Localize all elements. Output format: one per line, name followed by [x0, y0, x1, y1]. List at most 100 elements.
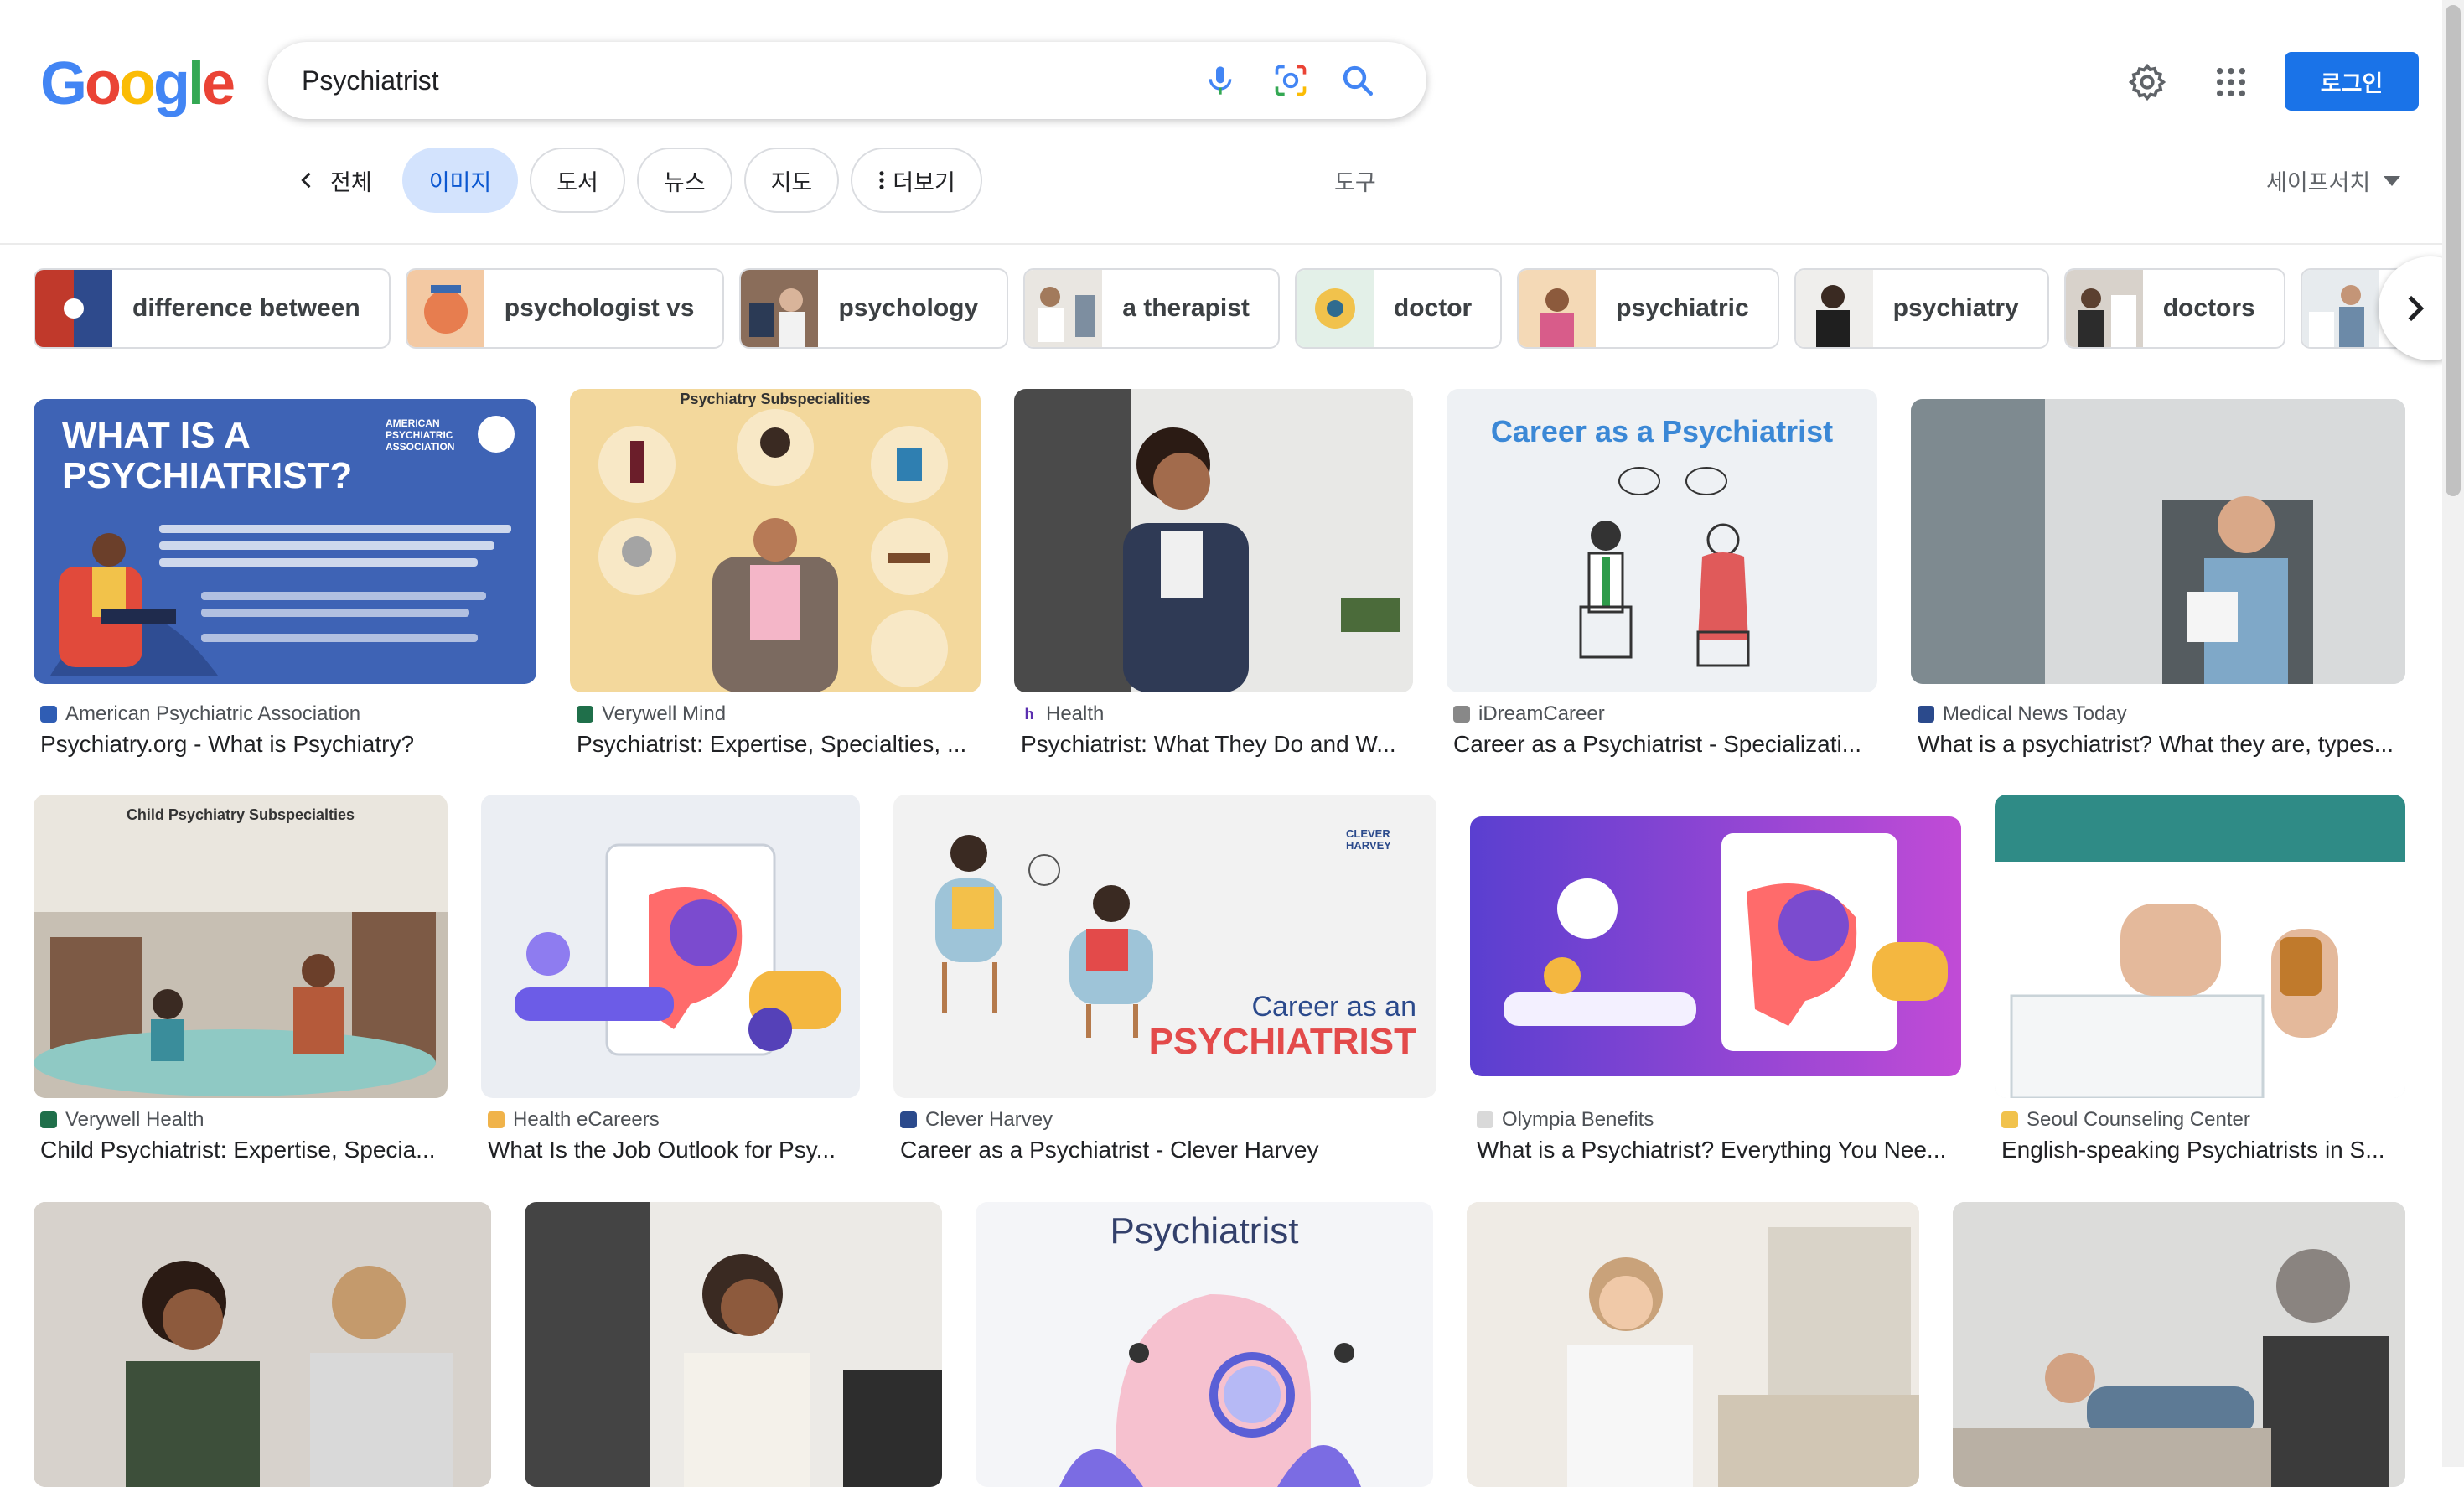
chip-label: doctor — [1393, 294, 1473, 322]
chip-difference-between[interactable]: difference between — [34, 268, 391, 349]
tab-images-label: 이미지 — [428, 169, 492, 195]
result-thumbnail — [481, 795, 860, 1098]
result-title[interactable]: Career as a Psychiatrist - Clever Harvey — [900, 1137, 1435, 1163]
chip-doctor[interactable]: doctor — [1294, 268, 1503, 349]
logo-letter: o — [119, 50, 156, 117]
illustration — [598, 409, 948, 692]
safesearch-label: 세이프서치 — [2266, 170, 2371, 195]
chevron-right-icon — [2408, 295, 2425, 322]
tab-books[interactable]: 도서 — [530, 148, 625, 213]
result-title[interactable]: Psychiatrist: Expertise, Specialties, ..… — [577, 731, 979, 758]
result-title[interactable]: Career as a Psychiatrist - Specializati.… — [1453, 731, 1879, 758]
image-result[interactable]: Medical News Today What is a psychiatris… — [1911, 389, 2405, 766]
tab-all-label: 전체 — [330, 169, 372, 195]
chip-label: difference between — [132, 294, 360, 322]
image-result[interactable]: Seoul Counseling Center English-speaking… — [1995, 795, 2405, 1172]
source-label: Health eCareers — [513, 1108, 660, 1131]
source-label: Health — [1046, 702, 1105, 725]
chip-thumbnail — [1025, 270, 1103, 347]
logo-letter: l — [187, 50, 204, 117]
source-label: Clever Harvey — [925, 1108, 1053, 1131]
illustration — [935, 835, 1153, 1038]
chip-label: psychology — [838, 294, 979, 322]
safesearch-button[interactable]: 세이프서치 — [2266, 164, 2401, 197]
more-vert-icon — [879, 171, 884, 189]
image-result[interactable]: Psychiatrist — [976, 1202, 1433, 1487]
mnt-favicon-icon — [1918, 706, 1934, 723]
tab-more-label: 더보기 — [893, 169, 955, 195]
source-label: Verywell Health — [65, 1108, 204, 1131]
gear-icon[interactable] — [2122, 57, 2172, 107]
image-result[interactable]: h Health Psychiatrist: What They Do and W… — [1014, 389, 1413, 766]
image-result[interactable]: Child Psychiatry Subspecialties Verywell… — [34, 795, 448, 1172]
source-label: Medical News Today — [1943, 702, 2127, 725]
image-result[interactable]: Health eCareers What Is the Job Outlook … — [481, 795, 860, 1172]
image-result[interactable] — [34, 1202, 491, 1487]
chip-thumbnail — [406, 270, 484, 347]
chip-doctors[interactable]: doctors — [2063, 268, 2285, 349]
image-result[interactable] — [525, 1202, 942, 1487]
result-thumbnail — [34, 1202, 491, 1487]
illustration — [515, 843, 841, 1056]
image-result[interactable] — [1467, 1202, 1919, 1487]
result-title[interactable]: Psychiatrist: What They Do and W... — [1021, 731, 1415, 758]
chip-thumbnail — [741, 270, 819, 347]
image-result[interactable]: CLEVER HARVEY Career as an PSYCHIATRIST … — [893, 795, 1436, 1172]
tools-button[interactable]: 도구 — [1334, 164, 1376, 197]
image-result[interactable]: Psychiatry Subspecialities Verywell Mind… — [570, 389, 981, 766]
search-tabs: 전체 이미지 도서 뉴스 지도 더보기 — [277, 148, 982, 213]
photo — [1953, 1202, 2405, 1487]
logo-letter: G — [40, 50, 87, 117]
illustration — [1579, 467, 1750, 667]
login-button[interactable]: 로그인 — [2285, 52, 2419, 111]
search-input[interactable] — [302, 57, 1140, 104]
result-title[interactable]: What Is the Job Outlook for Psy... — [488, 1137, 858, 1163]
apps-grid-icon[interactable] — [2206, 57, 2256, 107]
search-icon[interactable] — [1334, 57, 1381, 104]
photo — [1911, 399, 2405, 684]
clever-harvey-favicon-icon — [900, 1111, 917, 1128]
result-source: Verywell Health — [40, 1108, 204, 1132]
lens-icon[interactable] — [1267, 57, 1314, 104]
result-thumbnail: Psychiatry Subspecialities — [570, 389, 981, 692]
tab-maps[interactable]: 지도 — [743, 148, 840, 213]
result-source: Medical News Today — [1918, 702, 2127, 726]
source-label: iDreamCareer — [1478, 702, 1605, 725]
illustration — [50, 416, 515, 676]
search-box[interactable] — [268, 42, 1426, 119]
google-logo[interactable]: Google — [40, 50, 236, 117]
chip-psychologist-vs[interactable]: psychologist vs — [405, 268, 725, 349]
result-thumbnail — [1470, 816, 1961, 1076]
result-title[interactable]: English-speaking Psychiatrists in S... — [2001, 1137, 2404, 1163]
result-title[interactable]: What is a psychiatrist? What they are, t… — [1918, 731, 2404, 758]
tab-news[interactable]: 뉴스 — [636, 148, 732, 213]
apa-favicon-icon — [40, 706, 57, 723]
idreamcareer-favicon-icon — [1453, 706, 1470, 723]
image-result[interactable]: Career as a Psychiatrist iDreamCareer Ca… — [1447, 389, 1877, 766]
caret-down-icon — [2384, 175, 2401, 186]
result-title[interactable]: Child Psychiatrist: Expertise, Specia... — [40, 1137, 446, 1163]
result-thumbnail: Psychiatrist — [976, 1202, 1433, 1487]
tab-all[interactable]: 전체 — [277, 148, 391, 213]
mic-icon[interactable] — [1197, 57, 1244, 104]
result-source: American Psychiatric Association — [40, 702, 360, 726]
result-source: Seoul Counseling Center — [2001, 1108, 2250, 1132]
result-title[interactable]: What is a Psychiatrist? Everything You N… — [1477, 1137, 1959, 1163]
chip-a-therapist[interactable]: a therapist — [1023, 268, 1280, 349]
image-result[interactable]: Olympia Benefits What is a Psychiatrist?… — [1470, 795, 1961, 1172]
tab-images[interactable]: 이미지 — [401, 148, 519, 213]
logo-letter: g — [153, 50, 190, 117]
chip-psychiatry[interactable]: psychiatry — [1794, 268, 2049, 349]
chip-psychology[interactable]: psychology — [739, 268, 1009, 349]
tab-maps-label: 지도 — [770, 169, 813, 195]
image-result[interactable] — [1953, 1202, 2405, 1487]
result-thumbnail — [1911, 399, 2405, 684]
tab-more[interactable]: 더보기 — [851, 148, 982, 213]
result-title[interactable]: Psychiatry.org - What is Psychiatry? — [40, 731, 535, 758]
result-source: Clever Harvey — [900, 1108, 1053, 1132]
chip-psychiatric[interactable]: psychiatric — [1517, 268, 1779, 349]
related-chips: difference between psychologist vs psych… — [34, 268, 2464, 349]
result-source: Olympia Benefits — [1477, 1108, 1654, 1132]
image-result[interactable]: WHAT IS A PSYCHIATRIST? AMERICAN PSYCHIA… — [34, 389, 536, 766]
scrollbar-thumb[interactable] — [2446, 5, 2461, 496]
